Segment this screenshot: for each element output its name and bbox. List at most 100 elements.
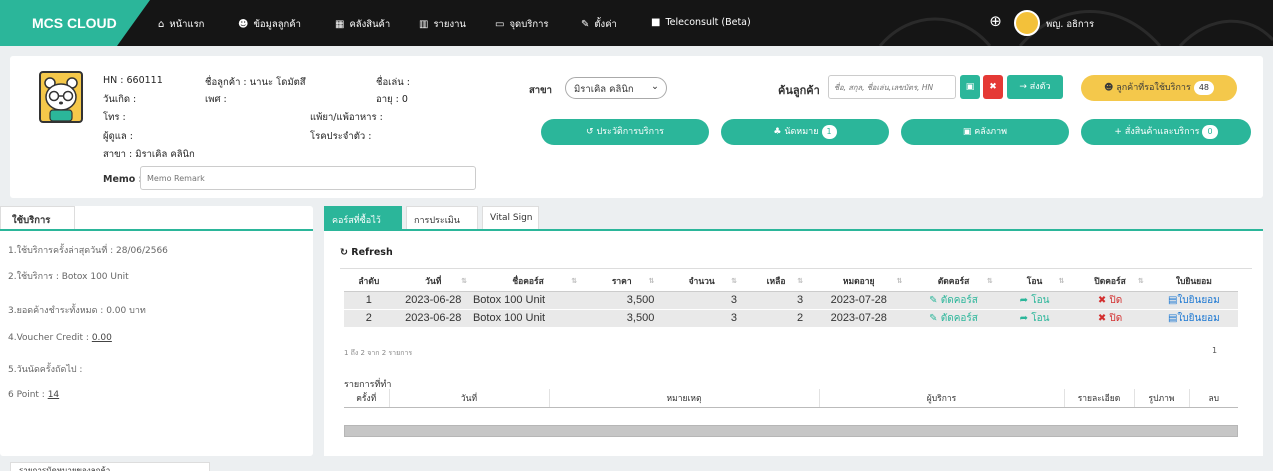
memo-label: Memo :	[103, 174, 143, 185]
tab-service[interactable]: ใช้บริการ	[0, 206, 75, 230]
memo-input[interactable]	[140, 166, 476, 190]
cell-date: 2023-06-28	[393, 309, 473, 328]
brand-logo[interactable]: MCS CLOUD	[0, 0, 150, 46]
tab-purchased-courses[interactable]: คอร์สที่ซื้อไว้	[324, 206, 402, 229]
cell-qty: 3	[660, 309, 743, 328]
nav-settings[interactable]: ✎ ตั้งค่า	[581, 17, 617, 32]
col-header[interactable]: จำนวน ⇅	[660, 272, 743, 292]
voucher-credit-link[interactable]: 0.00	[92, 333, 112, 343]
tab-customer-appointments[interactable]: รายการนัดหมายของลูกค้า	[10, 462, 210, 471]
waiting-count-badge: 48	[1193, 80, 1215, 95]
service-last-item: 2.ใช้บริการ : Botox 100 Unit	[8, 272, 129, 282]
paging-info: 1 ถึง 2 จาก 2 รายการ	[344, 349, 413, 357]
col-header[interactable]: เหลือ ⇅	[743, 272, 810, 292]
table-row: 2 2023-06-28 Botox 100 Unit 3,500 3 2 20…	[344, 309, 1238, 328]
cell-price: 3,500	[583, 291, 661, 310]
refresh-button[interactable]: ↻ Refresh	[340, 247, 393, 258]
nav-customers[interactable]: ☻ ข้อมูลลูกค้า	[238, 17, 301, 32]
cut-course-link[interactable]: ✎ ตัดคอร์ส	[908, 309, 999, 328]
waiting-customers-button[interactable]: ☻ ลูกค้าที่รอใช้บริการ 48	[1081, 75, 1237, 101]
monitor-icon: ▭	[495, 18, 505, 30]
sort-icon: ⇅	[571, 277, 578, 285]
points-link[interactable]: 14	[48, 390, 59, 400]
col-header[interactable]: วันที่ ⇅	[393, 272, 473, 292]
col-header[interactable]: ครั้งที่	[344, 389, 390, 408]
users-icon: ☻	[1103, 83, 1117, 93]
tab-assessment[interactable]: การประเมิน	[406, 206, 478, 229]
user-name[interactable]: พญ. อธิการ	[1046, 17, 1094, 32]
appointment-button[interactable]: ♣ นัดหมาย 1	[721, 119, 889, 145]
plus-icon: +	[1114, 127, 1125, 137]
col-header[interactable]: ใบยินยอม	[1149, 272, 1238, 292]
sort-icon: ⇅	[896, 277, 903, 285]
course-table: ลำดับ วันที่ ⇅ ชื่อคอร์ส ⇅ ราคา ⇅ จำนวน ⇅ เห…	[344, 272, 1238, 328]
cell-no: 1	[344, 291, 394, 310]
course-panel: ↻ Refresh ลำดับ วันที่ ⇅ ชื่อคอร์ส ⇅ ราคา ⇅…	[324, 229, 1263, 456]
sort-icon: ⇅	[1058, 277, 1065, 285]
col-header[interactable]: ผู้บริการ	[819, 389, 1065, 408]
next-appointment: 5.วันนัดครั้งถัดไป :	[8, 365, 83, 375]
allergy-label: แพ้ยา/แพ้อาหาร :	[310, 112, 383, 123]
nav-inventory[interactable]: ▦ คลังสินค้า	[335, 17, 390, 32]
close-course-link[interactable]: ✖ ปิด	[1070, 309, 1150, 328]
page-number[interactable]: 1	[1212, 346, 1217, 355]
col-header[interactable]: ชื่อคอร์ส ⇅	[472, 272, 584, 292]
col-header[interactable]: ลบ	[1189, 389, 1238, 408]
nav-home[interactable]: ⌂ หน้าแรก	[158, 17, 204, 32]
nickname-label: ชื่อเล่น :	[376, 77, 410, 88]
service-history-button[interactable]: ↺ ประวัติการบริการ	[541, 119, 709, 145]
col-header[interactable]: หมดอายุ ⇅	[809, 272, 909, 292]
col-header[interactable]: ตัดคอร์ส ⇅	[908, 272, 999, 292]
nav-reports[interactable]: ▥ รายงาน	[419, 17, 466, 32]
col-header[interactable]: ราคา ⇅	[583, 272, 661, 292]
horizontal-scrollbar[interactable]	[344, 425, 1238, 437]
col-header[interactable]: รายละเอียด	[1064, 389, 1135, 408]
branch-select[interactable]: มิราเคิล คลินิก ⌄	[565, 77, 667, 99]
nav-teleconsult[interactable]: ■ Teleconsult (Beta)	[651, 17, 751, 28]
cell-date: 2023-06-28	[393, 291, 473, 310]
customer-name: ชื่อลูกค้า : นานะ โดมัตสึ	[205, 77, 306, 88]
nav-service-point[interactable]: ▭ จุดบริการ	[495, 17, 549, 32]
send-queue-button[interactable]: → ส่งตัว	[1007, 75, 1063, 99]
caretaker-label: ผู้ดูแล :	[103, 131, 133, 142]
col-header[interactable]: โอน ⇅	[998, 272, 1071, 292]
transfer-link[interactable]: ➦ โอน	[998, 309, 1071, 328]
document-icon: ▤	[1167, 312, 1178, 324]
document-icon: ▤	[1167, 294, 1178, 306]
bear-avatar-icon	[44, 77, 78, 121]
age-label: อายุ : 0	[376, 94, 408, 105]
tab-underline	[0, 229, 313, 231]
col-header[interactable]: ลำดับ	[344, 272, 394, 292]
cut-course-link[interactable]: ✎ ตัดคอร์ส	[908, 291, 999, 310]
share-icon: ➦	[1019, 294, 1032, 306]
col-header[interactable]: วันที่	[389, 389, 550, 408]
transfer-link[interactable]: ➦ โอน	[998, 291, 1071, 310]
sort-icon: ⇅	[461, 277, 467, 285]
close-course-link[interactable]: ✖ ปิด	[1070, 291, 1150, 310]
cell-no: 2	[344, 309, 394, 328]
refresh-icon: ↻	[340, 247, 352, 258]
tab-vital-sign[interactable]: Vital Sign	[482, 206, 539, 229]
birthday-label: วันเกิด :	[103, 94, 137, 105]
order-products-button[interactable]: + สั่งสินค้าและบริการ 0	[1081, 119, 1251, 145]
search-customer-input[interactable]	[828, 75, 956, 99]
history-table: ครั้งที่ วันที่ หมายเหตุ ผู้บริการ รายละ…	[344, 389, 1238, 408]
cell-expire: 2023-07-28	[809, 291, 909, 310]
patient-card: HN : 660111 ชื่อลูกค้า : นานะ โดมัตสึ ชื…	[10, 56, 1263, 198]
service-panel: ใช้บริการ 1.ใช้บริการครั้งล่าสุดวันที่ :…	[0, 206, 313, 456]
consent-link[interactable]: ▤ใบยินยอม	[1149, 291, 1238, 310]
share-icon: ➦	[1019, 312, 1032, 324]
col-header[interactable]: รูปภาพ	[1134, 389, 1190, 408]
globe-icon[interactable]: ⊕	[987, 13, 1004, 30]
table-row: 1 2023-06-28 Botox 100 Unit 3,500 3 3 20…	[344, 291, 1238, 310]
user-avatar[interactable]	[1014, 10, 1040, 36]
col-header[interactable]: ปิดคอร์ส ⇅	[1070, 272, 1150, 292]
cell-price: 3,500	[583, 309, 661, 328]
id-card-button[interactable]: ▣	[960, 75, 980, 99]
cell-qty: 3	[660, 291, 743, 310]
home-icon: ⌂	[158, 18, 165, 30]
clear-search-button[interactable]: ✖	[983, 75, 1003, 99]
gallery-button[interactable]: ▣ คลังภาพ	[901, 119, 1069, 145]
col-header[interactable]: หมายเหตุ	[549, 389, 820, 408]
consent-link[interactable]: ▤ใบยินยอม	[1149, 309, 1238, 328]
